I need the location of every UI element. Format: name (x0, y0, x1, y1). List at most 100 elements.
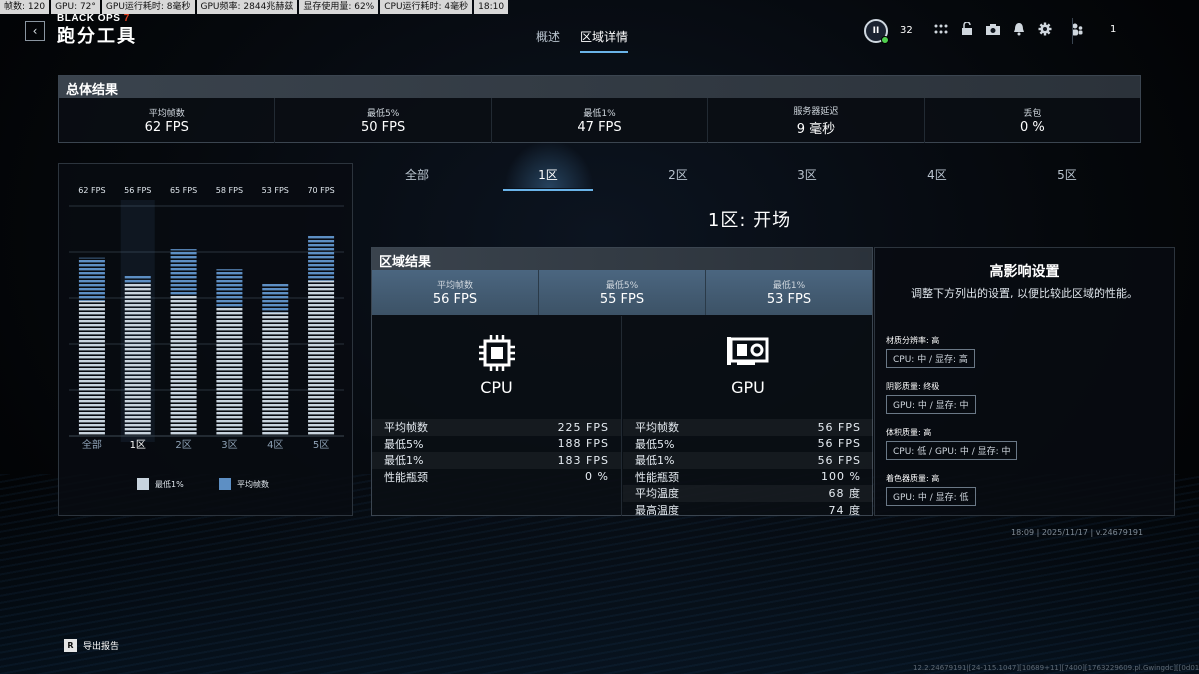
bar-top-label-2: 65 FPS (170, 186, 197, 195)
x-tick-label-4[interactable]: 4区 (267, 439, 283, 451)
version-info: 18:09 | 2025/11/17 | v.24679191 (1011, 528, 1144, 537)
export-report-button[interactable]: R 导出报告 (64, 639, 119, 652)
bell-icon[interactable] (1011, 21, 1027, 37)
gear-icon[interactable] (1037, 21, 1053, 37)
zone-title: 1区: 开场 (707, 210, 792, 231)
gpu-row: 最高温度 74 度 (635, 503, 861, 517)
bar-low1-2[interactable] (170, 295, 197, 436)
bar-low1-3[interactable] (216, 306, 243, 436)
gpu-row: 性能瓶颈 100 % (635, 470, 861, 484)
gpu-row: 平均温度 68 度 (623, 485, 873, 502)
legend-item-avg: 平均帧数 (219, 478, 269, 490)
osd-item: 18:10 (474, 0, 509, 14)
bar-low1-4[interactable] (262, 312, 289, 436)
zone-tab-4[interactable]: 4区 (892, 166, 982, 189)
friends-count: 1 (1110, 24, 1117, 35)
osd-item: CPU运行耗时: 4毫秒 (380, 0, 473, 14)
legend-item-low1: 最低1% (137, 478, 184, 490)
zone-stat-avg-fps: 平均帧数 56 FPS (372, 270, 539, 315)
unlock-icon[interactable] (959, 21, 975, 37)
player-avatar[interactable]: II (864, 19, 889, 44)
setting-volumetric-quality: 体积质量: 高 CPU: 低 / GPU: 中 / 显存: 中 (886, 427, 1018, 460)
overall-stat-packet-loss: 丢包 0 % (1019, 109, 1045, 135)
zone-tabs: 全部 1区 2区 3区 4区 5区 (352, 166, 1134, 191)
x-tick-label-1[interactable]: 1区 (130, 439, 146, 451)
back-button[interactable]: ‹ (25, 21, 45, 41)
bar-top-label-0: 62 FPS (78, 186, 105, 195)
gpu-label: GPU (731, 378, 765, 397)
bar-avg-fps-4[interactable] (262, 283, 289, 313)
x-tick-label-2[interactable]: 2区 (175, 439, 191, 451)
zone-tab-all[interactable]: 全部 (372, 166, 462, 189)
cpu-row: 最低1% 183 FPS (372, 452, 621, 469)
zone-stat-low5: 最低5% 55 FPS (539, 270, 706, 315)
tab-overview[interactable]: 概述 (536, 28, 560, 53)
gpu-row: 平均帧数 56 FPS (623, 419, 873, 436)
bar-avg-fps-1[interactable] (124, 275, 151, 284)
bar-low1-0[interactable] (78, 300, 105, 436)
gpu-row: 最低1% 56 FPS (623, 452, 873, 469)
cpu-row: 最低5% 188 FPS (384, 437, 609, 451)
cpu-section: CPU 平均帧数 225 FPS 最低5% 188 FPS 最低1% 183 FPS … (372, 316, 622, 516)
osd-item: 显存使用量: 62% (299, 0, 379, 14)
overall-results-title: 总体结果 (59, 76, 1140, 98)
high-impact-settings-panel: 高影响设置 调整下方列出的设置, 以便比较此区域的性能。 材质分辨率: 高 CP… (874, 247, 1175, 516)
setting-shadow-quality: 阴影质量: 终极 GPU: 中 / 显存: 中 (886, 381, 976, 414)
divider (1072, 18, 1073, 44)
zone-tab-3[interactable]: 3区 (762, 166, 852, 189)
overall-results-panel: 总体结果 平均帧数 62 FPS 最低5% 50 FPS 最低1% 47 FPS… (58, 75, 1141, 143)
zone-results-panel: 区域结果 平均帧数 56 FPS 最低5% 55 FPS 最低1% 53 FPS (371, 247, 873, 517)
x-tick-label-5[interactable]: 5区 (313, 439, 329, 451)
setting-shader-quality: 着色器质量: 高 GPU: 中 / 显存: 低 (886, 473, 976, 506)
grid-menu-icon[interactable] (933, 21, 949, 37)
osd-item: GPU频率: 2844兆赫兹 (196, 0, 298, 14)
x-tick-label-0[interactable]: 全部 (82, 438, 102, 451)
gpu-row: 最低5% 56 FPS (635, 437, 861, 451)
legend-swatch-low1 (137, 478, 149, 490)
overall-stat-avg-fps: 平均帧数 62 FPS (59, 98, 276, 143)
camera-icon[interactable] (985, 21, 1001, 37)
page-title: 跑分工具 (57, 26, 137, 47)
bar-avg-fps-2[interactable] (170, 249, 197, 296)
export-report-label: 导出报告 (83, 642, 120, 652)
zone-results-title: 区域结果 (372, 248, 872, 270)
top-nav: 概述 区域详情 (536, 28, 629, 53)
online-status-icon (881, 36, 889, 44)
cpu-row: 性能瓶颈 0 % (384, 470, 609, 484)
osd-item: 帧数: 120 (0, 0, 50, 14)
performance-overlay: 帧数: 120 GPU: 72° GPU运行耗时: 8毫秒 GPU频率: 284… (0, 0, 509, 14)
bar-top-label-3: 58 FPS (216, 186, 243, 195)
overall-stat-low1: 最低1% 47 FPS (492, 98, 709, 143)
tab-zone-details[interactable]: 区域详情 (580, 28, 629, 53)
bar-top-label-1: 56 FPS (124, 186, 151, 195)
bar-avg-fps-5[interactable] (308, 234, 335, 281)
overall-stat-low5: 最低5% 50 FPS (275, 98, 492, 143)
cpu-row: 平均帧数 225 FPS (372, 419, 621, 436)
build-string: 12.2.24679191|[24-115.1047][10689+11][74… (913, 664, 1199, 672)
zone-tab-1[interactable]: 1区 (503, 166, 593, 191)
zone-tab-2[interactable]: 2区 (633, 166, 723, 189)
osd-item: GPU: 72° (51, 0, 100, 14)
setting-texture-resolution: 材质分辨率: 高 CPU: 中 / 显存: 高 (886, 335, 975, 368)
bar-low1-1[interactable] (124, 283, 151, 436)
x-tick-label-3[interactable]: 3区 (221, 439, 237, 451)
bar-avg-fps-3[interactable] (216, 269, 243, 307)
top-icon-bar (933, 21, 1085, 37)
chevron-left-icon: ‹ (32, 24, 38, 38)
panel-corner-icon (860, 252, 868, 260)
settings-description: 调整下方列出的设置, 以便比较此区域的性能。 (911, 287, 1138, 300)
zone-tab-5[interactable]: 5区 (1022, 166, 1112, 189)
osd-item: GPU运行耗时: 8毫秒 (101, 0, 195, 14)
settings-title: 高影响设置 (989, 264, 1060, 280)
legend-swatch-avg (219, 478, 231, 490)
bar-avg-fps-0[interactable] (78, 257, 105, 301)
key-hint-icon: R (64, 639, 77, 652)
bar-low1-5[interactable] (308, 280, 335, 436)
gpu-icon (725, 333, 771, 373)
bar-top-label-4: 53 FPS (262, 186, 289, 195)
zone-stat-low1: 最低1% 53 FPS (766, 281, 812, 307)
gpu-section: GPU 平均帧数 56 FPS 最低5% 56 FPS 最低1% 56 FPS 性能瓶… (623, 316, 873, 517)
player-level: 32 (900, 25, 913, 36)
overall-stat-latency: 服务器延迟 9 毫秒 (708, 98, 925, 143)
prestige-icon: II (872, 26, 880, 36)
